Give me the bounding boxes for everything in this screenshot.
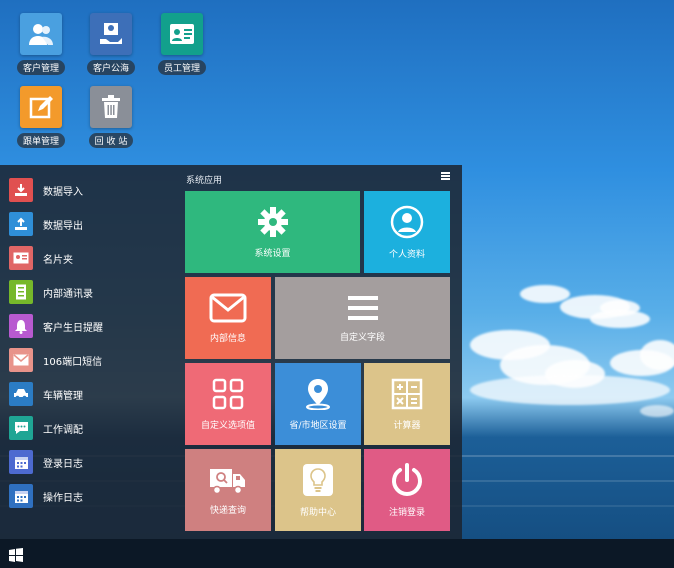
start-menu-list: 数据导入 数据导出 名片夹 内部通讯录 客户生日提醒 106端口短信 车辆管理 … — [0, 173, 180, 513]
desktop-icon-label: 客户管理 — [16, 60, 65, 75]
menu-item-label: 数据导入 — [43, 186, 83, 198]
desktop-icon-recycle-bin[interactable]: 回 收 站 — [81, 86, 141, 148]
tile-label: 注销登录 — [388, 507, 425, 518]
calendar-icon — [9, 450, 33, 474]
menu-item-business-cards[interactable]: 名片夹 — [0, 241, 180, 275]
share-contact-icon — [90, 13, 132, 55]
menu-item-data-export[interactable]: 数据导出 — [0, 207, 180, 241]
tile-profile[interactable]: 个人资料 — [364, 191, 450, 273]
calendar-icon — [9, 484, 33, 508]
tile-system-settings[interactable]: 系统设置 — [185, 191, 360, 273]
power-icon — [392, 462, 422, 496]
chat-icon — [9, 416, 33, 440]
desktop-icon-label: 跟单管理 — [16, 133, 65, 148]
menu-item-sms[interactable]: 106端口短信 — [0, 343, 180, 377]
menu-item-work-allocation[interactable]: 工作调配 — [0, 411, 180, 445]
tile-express-tracking[interactable]: 快递查询 — [185, 449, 271, 531]
tile-custom-options[interactable]: 自定义选项值 — [185, 363, 271, 445]
users-icon — [20, 13, 62, 55]
tile-label: 系统设置 — [254, 248, 291, 259]
list-icon — [347, 295, 378, 320]
truck-icon — [210, 468, 245, 494]
download-icon — [9, 178, 33, 202]
taskbar — [0, 539, 674, 568]
menu-item-vehicle-management[interactable]: 车辆管理 — [0, 377, 180, 411]
menu-item-label: 内部通讯录 — [43, 288, 93, 300]
tile-label: 帮助中心 — [299, 507, 336, 518]
desktop-icon-customer-management[interactable]: 客户管理 — [11, 13, 71, 75]
desktop-icon-follow-up[interactable]: 跟单管理 — [11, 86, 71, 148]
menu-item-label: 登录日志 — [43, 458, 83, 470]
desktop-icon-label: 回 收 站 — [88, 133, 134, 148]
menu-item-label: 车辆管理 — [43, 390, 83, 402]
tile-region-settings[interactable]: 省/市地区设置 — [275, 363, 361, 445]
desktop-icon-label: 员工管理 — [157, 60, 206, 75]
upload-icon — [9, 212, 33, 236]
bulb-icon — [303, 463, 333, 496]
tile-label: 内部信息 — [209, 333, 246, 344]
menu-item-label: 工作调配 — [43, 424, 83, 436]
address-book-icon — [9, 280, 33, 304]
menu-item-label: 操作日志 — [43, 492, 83, 504]
desktop-icon-customer-pool[interactable]: 客户公海 — [81, 13, 141, 75]
profile-icon — [390, 205, 424, 238]
bell-icon — [9, 314, 33, 338]
tile-label: 个人资料 — [388, 249, 425, 260]
calculator-icon — [391, 378, 423, 409]
gear-icon — [257, 206, 288, 237]
location-icon — [306, 378, 330, 410]
tile-calculator[interactable]: 计算器 — [364, 363, 450, 445]
tile-label: 自定义选项值 — [200, 420, 255, 431]
tile-label: 省/市地区设置 — [289, 420, 347, 431]
menu-item-data-import[interactable]: 数据导入 — [0, 173, 180, 207]
menu-item-label: 106端口短信 — [43, 356, 103, 368]
id-card-icon — [161, 13, 203, 55]
edit-icon — [20, 86, 62, 128]
tile-internal-messages[interactable]: 内部信息 — [185, 277, 271, 359]
menu-item-label: 客户生日提醒 — [43, 322, 103, 334]
menu-item-login-log[interactable]: 登录日志 — [0, 445, 180, 479]
menu-item-address-book[interactable]: 内部通讯录 — [0, 275, 180, 309]
apps-section-title: 系统应用 — [186, 176, 223, 186]
desktop-icon-staff-management[interactable]: 员工管理 — [152, 13, 212, 75]
card-icon — [9, 246, 33, 270]
menu-item-label: 名片夹 — [43, 254, 73, 266]
menu-item-operation-log[interactable]: 操作日志 — [0, 479, 180, 513]
trash-icon — [90, 86, 132, 128]
menu-item-label: 数据导出 — [43, 220, 83, 232]
windows-icon[interactable] — [9, 547, 23, 562]
desktop-icon-label: 客户公海 — [86, 60, 135, 75]
menu-icon[interactable] — [441, 172, 450, 180]
tile-custom-fields[interactable]: 自定义字段 — [275, 277, 450, 359]
mail-icon — [9, 348, 33, 372]
menu-item-birthday-reminder[interactable]: 客户生日提醒 — [0, 309, 180, 343]
tile-help-center[interactable]: 帮助中心 — [275, 449, 361, 531]
tile-label: 计算器 — [393, 420, 421, 431]
tile-label: 自定义字段 — [339, 332, 385, 343]
start-menu: 数据导入 数据导出 名片夹 内部通讯录 客户生日提醒 106端口短信 车辆管理 … — [0, 165, 462, 539]
car-icon — [9, 382, 33, 406]
grid-icon — [212, 378, 244, 409]
tile-logout[interactable]: 注销登录 — [364, 449, 450, 531]
tile-label: 快递查询 — [209, 505, 246, 516]
envelope-icon — [209, 293, 247, 322]
